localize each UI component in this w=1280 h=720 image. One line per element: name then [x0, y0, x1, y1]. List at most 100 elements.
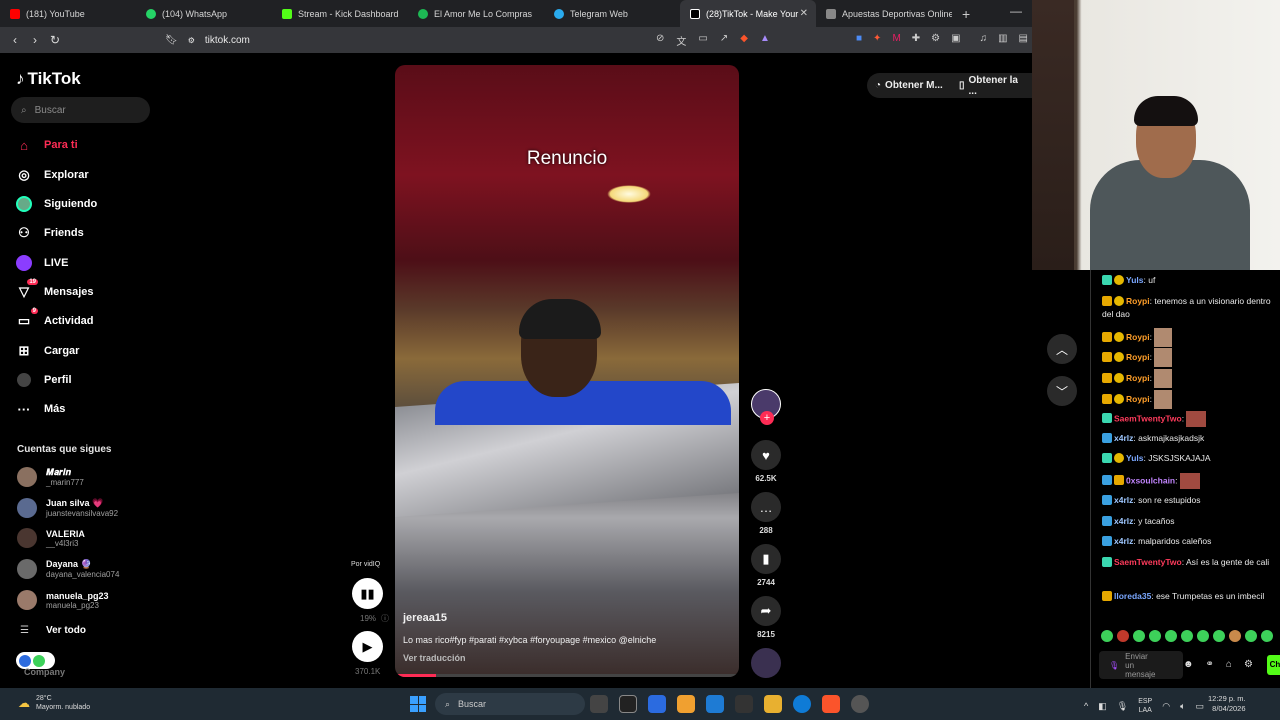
minimize-icon[interactable]: — [1010, 4, 1022, 18]
brave-rewards-icon[interactable]: ▲ [760, 33, 770, 48]
followed-account[interactable]: VALERIA __v4l3ri3 [17, 528, 85, 548]
emote-button[interactable] [1245, 630, 1257, 642]
site-info-icon[interactable]: ⚙ [188, 36, 195, 45]
chevron-up-icon[interactable]: ^ [1084, 701, 1088, 711]
emote-button[interactable] [1133, 630, 1145, 642]
sidebar-toggle-icon[interactable]: ▥ [998, 33, 1007, 44]
previous-video-button[interactable]: ︿ [1047, 334, 1077, 364]
video-author[interactable]: jereaa15 [403, 612, 447, 624]
emote-button[interactable] [1261, 630, 1273, 642]
language-indicator[interactable]: ESP LAA [1138, 697, 1152, 715]
brave-shield-icon[interactable]: ◆ [740, 33, 748, 48]
bookmark-icon[interactable]: 🔖︎ [165, 35, 178, 46]
edge-icon[interactable] [793, 695, 811, 713]
tiktok-logo[interactable]: ♪ TikTok [16, 69, 81, 89]
tab-apuestas[interactable]: Apuestas Deportivas Online [816, 0, 952, 27]
play-button[interactable]: ▶ [352, 631, 383, 662]
emote-button[interactable] [1101, 630, 1113, 642]
info-icon[interactable]: ⓘ [381, 613, 389, 624]
sidebar-item-friends[interactable]: ⚇ Friends [16, 225, 84, 241]
video-progress-bar[interactable] [395, 674, 739, 677]
next-video-button[interactable]: ﹀ [1047, 376, 1077, 406]
share-icon[interactable]: ↗ [720, 33, 728, 48]
extension-icon[interactable]: ✦ [873, 33, 881, 44]
mute-icon[interactable]: ⊘ [656, 33, 664, 48]
sidebar-item-perfil[interactable]: Perfil [16, 372, 72, 388]
tab-youtube[interactable]: (181) YouTube [0, 0, 136, 27]
app-icon[interactable]: ◧ [1098, 701, 1107, 712]
sidebar-item-live[interactable]: LIVE [16, 255, 68, 271]
like-action[interactable]: ♥ 62.5K [750, 440, 782, 483]
microphone-icon[interactable]: 🎙︎ [1117, 701, 1128, 712]
sidebar-item-actividad[interactable]: ▭ 9 Actividad [16, 308, 94, 329]
sidebar-item-cargar[interactable]: ⊞ Cargar [16, 343, 80, 359]
chat-send-button[interactable]: Ch [1267, 655, 1280, 675]
sidebar-item-mensajes[interactable]: ▽ 19 Mensajes [16, 279, 94, 300]
avatar[interactable]: + [751, 389, 781, 425]
wifi-icon[interactable]: ◠ [1162, 701, 1170, 712]
tab-kick-dashboard[interactable]: Stream - Kick Dashboard [272, 0, 408, 27]
search-input[interactable]: ⌕ Buscar [11, 97, 150, 123]
get-app-button[interactable]: ◔ Obtener M... [867, 73, 951, 98]
sidebar-item-mas[interactable]: ··· Más [16, 401, 66, 417]
comment-action[interactable]: … 288 [750, 492, 782, 535]
emote-button[interactable] [1149, 630, 1161, 642]
extension-icon[interactable]: M [892, 33, 900, 44]
see-translation-link[interactable]: Ver traducción [403, 653, 466, 663]
volume-icon[interactable]: 🔈︎ [1180, 701, 1185, 712]
creator-avatar[interactable]: + [750, 389, 782, 425]
clock[interactable]: 12:29 p. m. 8/04/2026 [1208, 694, 1246, 714]
weather-widget[interactable]: ☁ 28°C Mayorm. nublado [18, 694, 90, 712]
emote-button[interactable] [1197, 630, 1209, 642]
puzzle-icon[interactable]: ✚ [912, 33, 920, 44]
gift-icon[interactable]: ⌂ [1226, 659, 1232, 670]
get-desktop-app-button[interactable]: ▯ Obtener la ... [951, 73, 1032, 98]
heart-icon[interactable]: ♥ [751, 440, 781, 470]
share-action[interactable]: ➦ 8215 [750, 596, 782, 639]
forward-arrow-icon[interactable]: › [25, 33, 45, 47]
sidebar-item-explorar[interactable]: ◎ Explorar [16, 167, 88, 183]
file-icon[interactable] [590, 695, 608, 713]
save-action[interactable]: ▮ 2744 [750, 544, 782, 587]
followed-account[interactable]: 𝑴𝒂𝒓𝒊𝒏 _marin777 [17, 467, 84, 487]
follow-plus-icon[interactable]: + [760, 411, 774, 425]
followed-account[interactable]: Dayana 🔮 dayana_valencia074 [17, 559, 119, 579]
followed-account[interactable]: Juan silva 💗 juanstevansilvava92 [17, 498, 118, 518]
app-icon[interactable] [851, 695, 869, 713]
battery-icon[interactable]: ▭ [1195, 701, 1204, 712]
brave-icon[interactable] [822, 695, 840, 713]
translate-icon[interactable]: 文 [676, 33, 686, 48]
tab-spotify[interactable]: El Amor Me Lo Compras [408, 0, 544, 27]
windows-start-icon[interactable] [410, 696, 426, 712]
emote-button[interactable] [1117, 630, 1129, 642]
tab-whatsapp[interactable]: (104) WhatsApp [136, 0, 272, 27]
emote-button[interactable] [1165, 630, 1177, 642]
cast-icon[interactable]: ▭ [698, 33, 707, 48]
screenshot-icon[interactable]: ▣ [951, 33, 960, 44]
chat-message-input[interactable]: 🎙︎ Enviar un mensaje [1099, 651, 1183, 679]
music-disc-icon[interactable] [751, 648, 781, 678]
extension-icon[interactable]: ⚙ [931, 33, 940, 44]
music-disc[interactable] [750, 648, 782, 678]
users-icon[interactable]: ⚭ [1206, 659, 1214, 670]
tab-tiktok[interactable]: (28)TikTok - Make Your ✕ [680, 0, 816, 27]
app-icon[interactable] [677, 695, 695, 713]
new-tab-button[interactable]: + [952, 6, 980, 22]
tab-telegram[interactable]: Telegram Web [544, 0, 680, 27]
app-icon[interactable] [648, 695, 666, 713]
vidiq-stats-button[interactable]: ▮▮ [352, 578, 383, 609]
see-all-link[interactable]: ☰ Ver todo [17, 625, 86, 636]
bookmark-icon[interactable]: ▮ [751, 544, 781, 574]
reload-icon[interactable]: ↻ [45, 33, 65, 47]
company-link[interactable]: Company [24, 667, 65, 677]
emote-button[interactable] [1181, 630, 1193, 642]
emoji-icon[interactable]: ☻ [1183, 659, 1194, 670]
followed-account[interactable]: manuela_pg23 manuela_pg23 [17, 590, 109, 610]
emote-button[interactable] [1213, 630, 1225, 642]
app-icon[interactable] [619, 695, 637, 713]
terminal-icon[interactable] [735, 695, 753, 713]
close-tab-icon[interactable]: ✕ [800, 8, 808, 19]
wallet-icon[interactable]: ▤ [1019, 33, 1028, 44]
comment-icon[interactable]: … [751, 492, 781, 522]
back-arrow-icon[interactable]: ‹ [5, 33, 25, 47]
